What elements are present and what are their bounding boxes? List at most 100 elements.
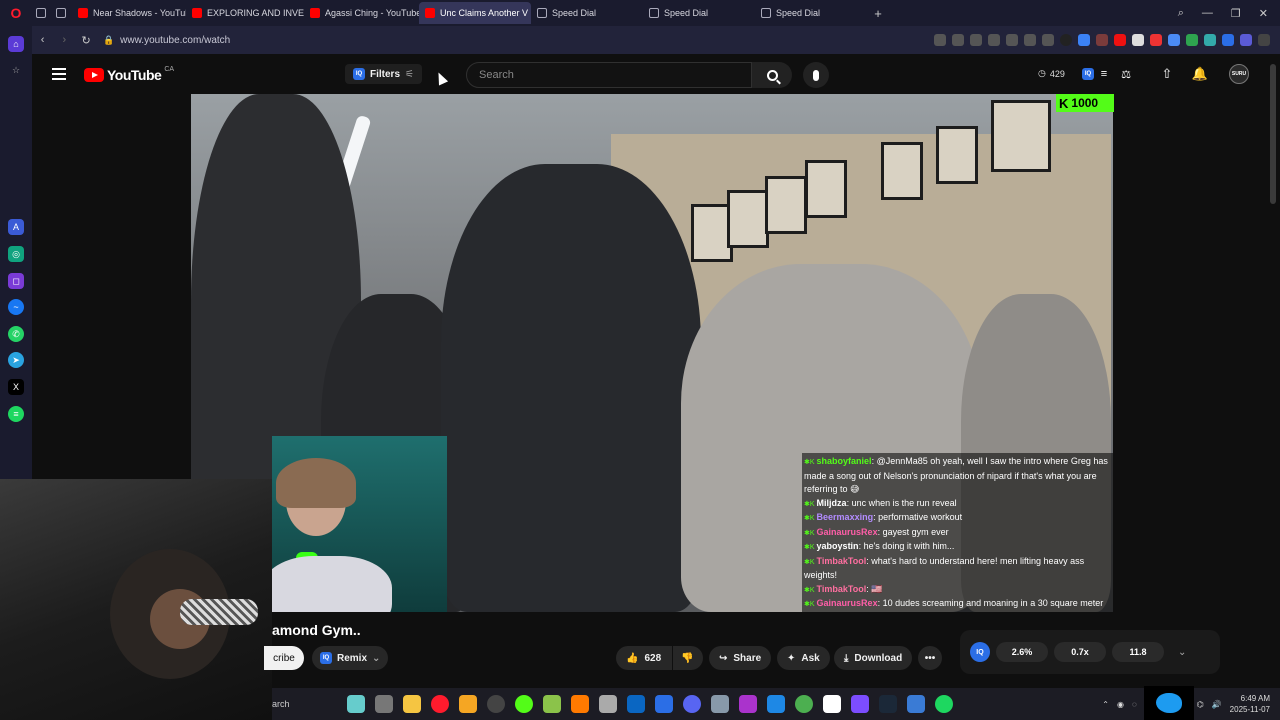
tray-app-icon[interactable]: ◌ — [1132, 700, 1137, 709]
download-icon[interactable] — [1024, 34, 1036, 46]
aria-icon[interactable]: A — [8, 219, 24, 235]
app-icon[interactable] — [767, 695, 785, 713]
obs-icon[interactable] — [487, 695, 505, 713]
shield-icon[interactable] — [970, 34, 982, 46]
search-input[interactable]: Search — [466, 62, 752, 88]
extension-icon[interactable] — [1204, 34, 1216, 46]
search-button[interactable] — [752, 62, 792, 88]
tab-speed-dial[interactable]: Speed Dial — [531, 2, 643, 24]
app-icon[interactable] — [627, 695, 645, 713]
download-button[interactable]: ⤓ Download — [834, 646, 913, 670]
youtube-logo[interactable]: YouTube CA — [84, 66, 174, 83]
whatsapp-icon[interactable]: ✆ — [8, 326, 24, 342]
opera-logo-icon[interactable]: O — [0, 0, 32, 26]
extension-icon[interactable] — [1096, 34, 1108, 46]
back-button[interactable]: ‹ — [32, 29, 54, 51]
capcut-icon[interactable] — [823, 695, 841, 713]
steam-icon[interactable] — [879, 695, 897, 713]
extension-icon[interactable] — [1078, 34, 1090, 46]
file-explorer-icon[interactable] — [403, 695, 421, 713]
iq-extension-icon[interactable]: IQ — [1080, 66, 1096, 82]
app-icon[interactable] — [907, 695, 925, 713]
app-icon[interactable] — [739, 695, 757, 713]
camera-icon[interactable] — [952, 34, 964, 46]
app-icon[interactable] — [655, 695, 673, 713]
vlc-icon[interactable] — [571, 695, 589, 713]
dislike-button[interactable]: 👎 — [673, 646, 703, 670]
forward-button[interactable]: › — [53, 29, 75, 51]
spotify-taskbar-icon[interactable] — [935, 695, 953, 713]
app-icon[interactable] — [599, 695, 617, 713]
tab-unc-claims[interactable]: Unc Claims Another V — [419, 2, 531, 24]
extension-toggle-icon[interactable]: ⚖ — [1118, 66, 1134, 82]
watch-counter[interactable]: ◷ 429 — [1038, 68, 1065, 79]
rss-icon[interactable] — [1150, 34, 1162, 46]
extension-icon[interactable] — [1222, 34, 1234, 46]
list-icon[interactable]: ≡ — [1096, 66, 1112, 82]
close-icon[interactable]: ✕ — [1259, 7, 1268, 20]
spotify-icon[interactable]: ≡ — [8, 406, 24, 422]
tray-chevron-icon[interactable]: ⌃ — [1102, 700, 1109, 709]
telegram-icon[interactable]: ➤ — [8, 352, 24, 368]
new-tab-button[interactable]: + — [867, 2, 889, 24]
maximize-icon[interactable]: ❐ — [1231, 7, 1241, 20]
remix-button[interactable]: IQ Remix ⌄ — [312, 646, 389, 670]
widget-icon[interactable] — [347, 695, 365, 713]
extension-icon[interactable] — [1168, 34, 1180, 46]
taskbar-clock[interactable]: 6:49 AM 2025-11-07 — [1230, 693, 1270, 715]
search-tabs-icon[interactable]: ⌕ — [1178, 7, 1184, 20]
subscribe-button[interactable]: cribe — [264, 646, 304, 670]
pinned-tab[interactable] — [32, 2, 52, 24]
bookmarks-icon[interactable]: ☆ — [8, 62, 24, 78]
taskbar-search[interactable]: arch — [272, 699, 342, 709]
voice-search-button[interactable] — [803, 62, 829, 88]
kick-taskbar-icon[interactable] — [515, 695, 533, 713]
tab-speed-dial[interactable]: Speed Dial — [643, 2, 755, 24]
hamburger-menu-icon[interactable] — [52, 68, 66, 80]
tab-speed-dial[interactable]: Speed Dial — [755, 2, 867, 24]
tab-agassi-ching[interactable]: Agassi Ching - YouTube — [304, 2, 419, 24]
app-icon[interactable] — [795, 695, 813, 713]
opera-taskbar-icon[interactable] — [431, 695, 449, 713]
app-icon[interactable] — [543, 695, 561, 713]
reload-button[interactable]: ↻ — [75, 29, 97, 51]
x-icon[interactable]: X — [8, 379, 24, 395]
more-actions-button[interactable]: ••• — [918, 646, 942, 670]
tab-near-shadows[interactable]: Near Shadows - YouTube — [72, 2, 186, 24]
extension-icon[interactable] — [1240, 34, 1252, 46]
url-field[interactable]: 🔒 www.youtube.com/watch — [103, 30, 934, 50]
ask-button[interactable]: ✦ Ask — [777, 646, 830, 670]
notifications-bell-icon[interactable]: 🔔 — [1192, 66, 1208, 82]
iq-panel-icon[interactable]: IQ — [970, 642, 990, 662]
tray-app-icon[interactable]: ◉ — [1117, 700, 1124, 709]
edit-icon[interactable] — [934, 34, 946, 46]
profile-icon[interactable] — [1060, 34, 1072, 46]
app-icon[interactable] — [711, 695, 729, 713]
extension-icon[interactable]: ◻ — [8, 273, 24, 289]
chatgpt-icon[interactable]: ◎ — [8, 246, 24, 262]
page-scrollbar[interactable] — [1270, 64, 1276, 204]
task-view-icon[interactable] — [375, 695, 393, 713]
extension-icon[interactable] — [1114, 34, 1126, 46]
extension-icon[interactable] — [1186, 34, 1198, 46]
filters-button[interactable]: IQ Filters ⚟ — [345, 64, 422, 84]
puzzle-icon[interactable] — [1258, 34, 1270, 46]
tab-exploring[interactable]: EXPLORING AND INVESTI — [186, 2, 304, 24]
pinned-tab[interactable] — [52, 2, 72, 24]
upload-icon[interactable]: ⇧ — [1159, 66, 1175, 82]
chevron-down-icon[interactable]: ⌄ — [1178, 647, 1186, 658]
app-icon[interactable] — [851, 695, 869, 713]
discord-icon[interactable] — [683, 695, 701, 713]
lightning-app-icon[interactable] — [459, 695, 477, 713]
menu-icon[interactable] — [1042, 34, 1054, 46]
network-icon[interactable]: ⌬ — [1197, 700, 1204, 709]
play-icon[interactable] — [988, 34, 1000, 46]
home-icon[interactable]: ⌂ — [8, 36, 24, 52]
extension-icon[interactable] — [1132, 34, 1144, 46]
like-button[interactable]: 👍 628 — [616, 646, 672, 670]
share-button[interactable]: ↪ Share — [709, 646, 772, 670]
account-avatar[interactable]: SURU — [1229, 64, 1249, 84]
heart-icon[interactable] — [1006, 34, 1018, 46]
minimize-icon[interactable]: — — [1202, 7, 1213, 19]
messenger-icon[interactable]: ~ — [8, 299, 24, 315]
